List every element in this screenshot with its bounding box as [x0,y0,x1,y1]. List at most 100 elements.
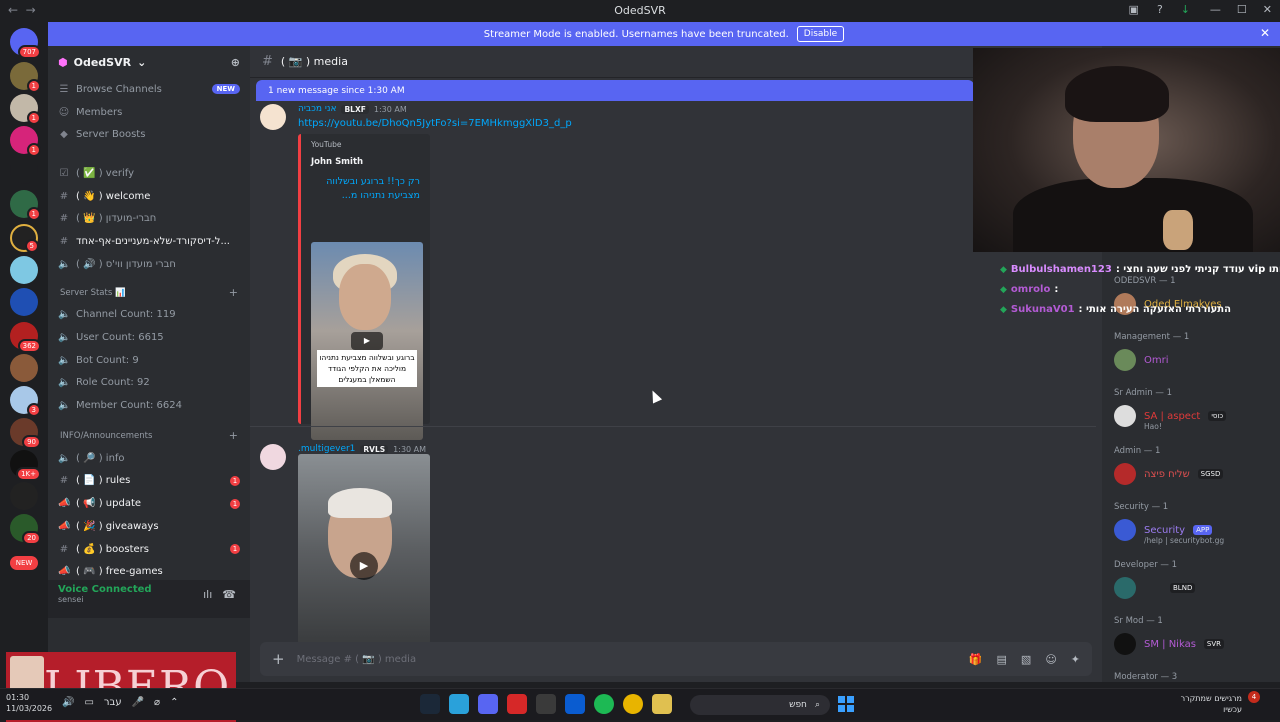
channel-verify[interactable]: ☑ ( ✅ ) verify [48,162,250,185]
category-server-stats[interactable]: Server Stats 📊 + [48,282,250,304]
home-button[interactable]: 707 [10,28,38,56]
server-icon[interactable] [10,482,38,510]
channel-update[interactable]: 📣( 📢 ) update1 [48,492,250,515]
member[interactable]: BLND [1114,576,1195,600]
server-icon[interactable]: 1K+ [10,450,38,478]
steam-icon[interactable] [420,694,440,714]
soundwave-icon[interactable]: ılı [203,588,212,601]
username[interactable]: .multigever1 [298,444,355,454]
telegram-icon[interactable] [449,694,469,714]
network-icon[interactable]: ▭ [84,697,93,708]
inbox-icon[interactable]: ▣ [1129,3,1139,16]
hourglass-icon[interactable] [10,156,38,184]
server-icon[interactable]: 1 [10,126,38,154]
help-icon[interactable]: ? [1157,3,1163,16]
notification-area[interactable]: מרגישים שמתקרר עכשיו [1181,693,1242,715]
stat-channel[interactable]: 🔈Bot Count: 9 [48,349,250,372]
member[interactable]: SM | NikasSVR [1114,632,1224,656]
add-channel-icon[interactable]: + [229,429,238,442]
server-header[interactable]: ⬢ OdedSVR ⌄ ⊕ [48,46,250,78]
add-attachment-icon[interactable]: + [272,650,285,668]
download-icon[interactable]: ↓ [1181,3,1190,16]
category-info[interactable]: INFO/Announcements + [48,425,250,447]
play-icon[interactable]: ▶ [350,552,378,580]
server-icon[interactable] [10,256,38,284]
spotify-icon[interactable] [594,694,614,714]
close-window-button[interactable]: ✕ [1263,3,1272,16]
channel-club[interactable]: # ( 👑 ) חברי-מועדון [48,207,250,230]
new-servers-badge[interactable]: NEW [10,556,38,570]
member[interactable]: SA | aspectכוסיHao! [1114,404,1226,428]
add-channel-icon[interactable]: + [229,286,238,299]
member-name: שליח פיצה [1144,469,1190,480]
language-indicator[interactable]: עבר [104,697,122,708]
server-icon[interactable]: 90 [10,418,38,446]
embed-title[interactable]: רק כך!! ברוגע ובשלווה מצביעת נתניהו מ... [311,175,420,203]
app-icon[interactable] [507,694,527,714]
video-thumbnail[interactable]: ▶ ברוגע ובשלווה מצביעת נתניהו מוליכה את … [311,242,423,440]
emoji-icon[interactable]: ☺ [1045,653,1056,666]
invite-icon[interactable]: ⊕ [231,56,240,69]
stat-channel[interactable]: 🔈User Count: 6615 [48,326,250,349]
play-icon[interactable]: ▶ [351,332,383,350]
gift-icon[interactable]: 🎁 [969,653,983,666]
server-icon[interactable]: 20 [10,514,38,542]
youtube-link[interactable]: https://youtu.be/DhoQn5JytFo?si=7EMHkmgg… [298,118,572,129]
server-icon[interactable]: 1 [10,62,38,90]
apps-icon[interactable]: ✦ [1071,653,1080,666]
server-icon[interactable]: 3 [10,386,38,414]
server-icon[interactable]: 362 [10,322,38,350]
channel-voice[interactable]: 🔈 ( 🔊 ) חברי מועדון ווי'ס [48,253,250,276]
channel-long[interactable]: # ל-דיסקורד-שלא-מעניינים-אף-אחד... [48,230,250,253]
server-icon[interactable] [10,288,38,316]
channel-info[interactable]: 🔈( 🔎 ) info [48,447,250,470]
member[interactable]: שליח פיצהSGSD [1114,462,1223,486]
avatar[interactable] [260,444,286,470]
members-nav[interactable]: ☺ Members [48,101,250,124]
sticker-icon[interactable]: ▧ [1021,653,1031,666]
discord-icon[interactable] [478,694,498,714]
composer-placeholder[interactable]: Message # ( 📷 ) media [297,654,417,665]
member[interactable]: Omri [1114,348,1169,372]
channel-boosters[interactable]: #( 💰 ) boosters1 [48,538,250,561]
new-messages-bar[interactable]: 1 new message since 1:30 AM [256,80,974,101]
app-icon[interactable] [536,694,556,714]
message-composer[interactable]: + Message # ( 📷 ) media 🎁 ▤ ▧ ☺ ✦ [260,642,1092,676]
stat-channel[interactable]: 🔈Role Count: 92 [48,372,250,395]
browse-channels[interactable]: ☰ Browse Channels NEW [48,78,250,101]
member[interactable]: SecurityAPP/help | securitybot.gg [1114,518,1212,542]
clock[interactable]: 01:30 11/03/2026 [6,692,52,714]
channel-giveaways[interactable]: 📣( 🎉 ) giveaways [48,515,250,538]
grid-app-icon[interactable] [565,694,585,714]
role-group-title: Security — 1 [1114,502,1168,512]
volume-icon[interactable]: 🔊 [62,697,74,708]
server-icon[interactable]: 1 [10,190,38,218]
wifi-off-icon[interactable]: ⌀ [154,697,160,708]
channel-welcome[interactable]: # ( 👋 ) welcome [48,185,250,208]
server-badge: 1 [27,143,41,157]
gif-icon[interactable]: ▤ [997,653,1007,666]
disconnect-icon[interactable]: ☎ [222,588,236,601]
start-button[interactable] [838,696,854,712]
embed-author[interactable]: John Smith [311,157,420,167]
file-explorer-icon[interactable] [652,694,672,714]
video-attachment[interactable]: ▶ [298,454,430,644]
disable-streamer-button[interactable]: Disable [797,26,844,42]
channel-label: ( 💰 ) boosters [76,544,149,555]
maximize-button[interactable]: ☐ [1237,3,1247,16]
channel-rules[interactable]: #( 📄 ) rules1 [48,470,250,493]
minimize-button[interactable]: — [1210,3,1221,16]
chrome-icon[interactable] [623,694,643,714]
avatar[interactable] [260,104,286,130]
chevron-up-icon[interactable]: ⌃ [170,697,178,708]
stat-channel[interactable]: 🔈Member Count: 6624 [48,394,250,417]
username[interactable]: אני מכביה [298,104,336,114]
server-icon[interactable]: 5 [10,224,38,252]
taskbar-search[interactable]: חפש ⌕ [690,695,830,715]
mic-icon[interactable]: 🎤 [132,697,144,708]
close-icon[interactable]: ✕ [1260,26,1270,40]
server-icon[interactable]: 1 [10,94,38,122]
stat-channel[interactable]: 🔈Channel Count: 119 [48,304,250,327]
server-icon[interactable] [10,354,38,382]
server-boosts-nav[interactable]: ◆ Server Boosts [48,123,250,146]
